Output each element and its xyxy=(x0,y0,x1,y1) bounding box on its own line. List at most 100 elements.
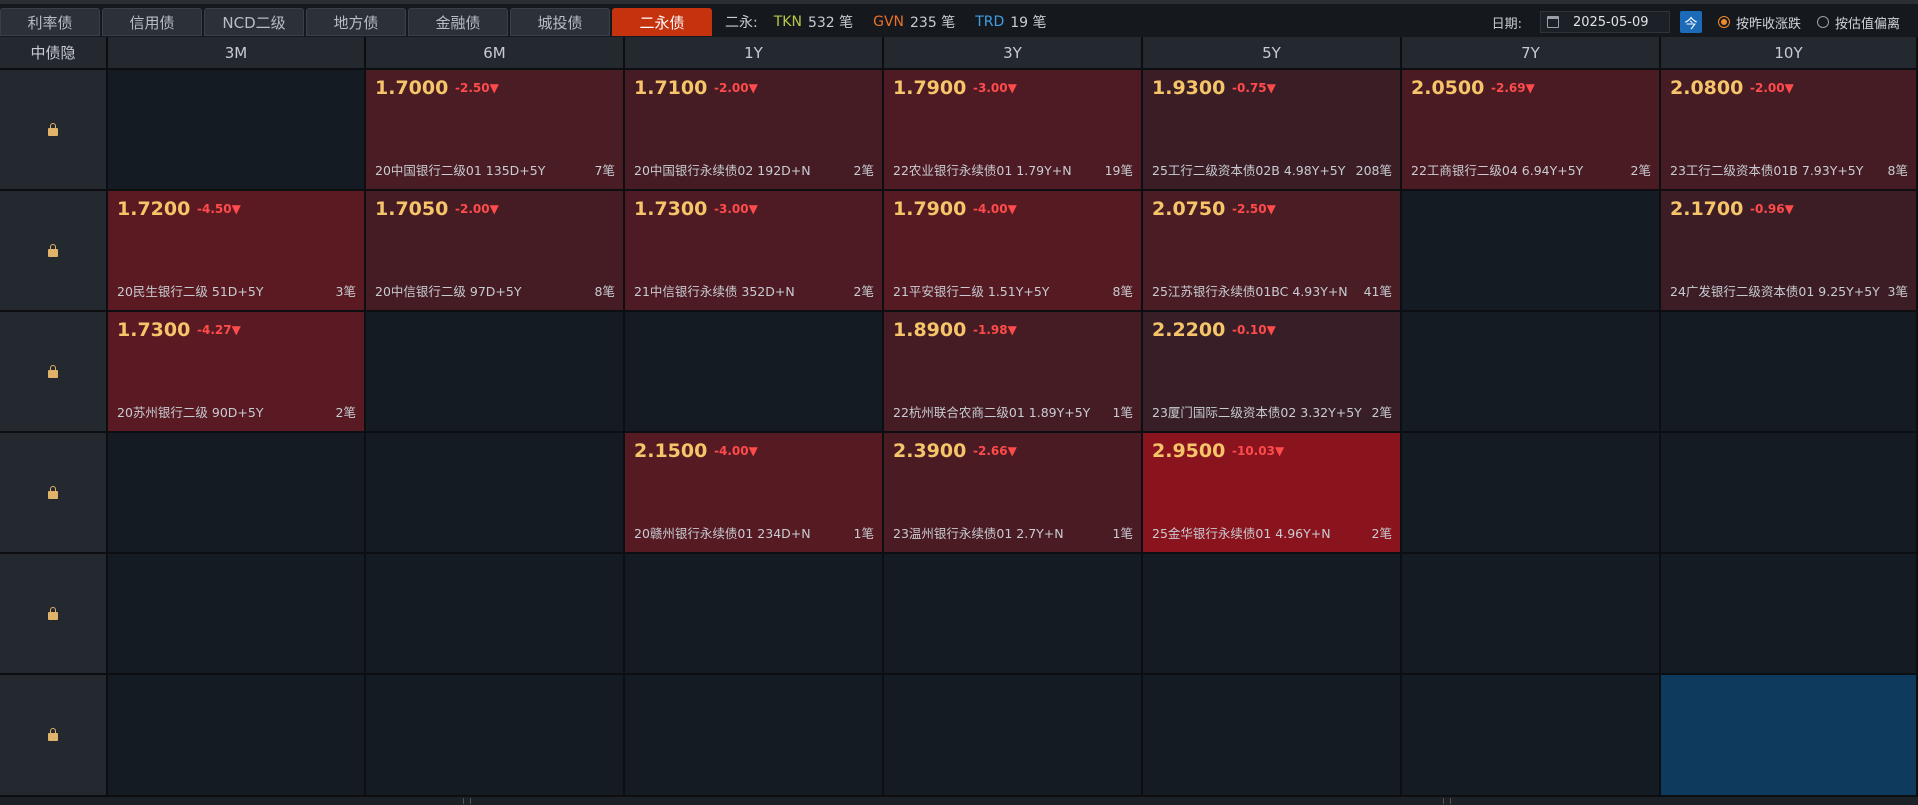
empty-cell[interactable] xyxy=(1402,554,1661,675)
quote-cell[interactable]: 1.7200 -4.50▼ 20民生银行二级 51D+5Y 3笔 xyxy=(108,191,366,312)
quote-yield: 2.3900 xyxy=(893,440,967,462)
trade-count: 3笔 xyxy=(1887,284,1908,299)
scroll-handle-left[interactable] xyxy=(463,798,471,804)
quote-cell[interactable]: 2.0500 -2.69▼ 22工商银行二级04 6.94Y+5Y 2笔 xyxy=(1402,70,1661,191)
row-lock-0[interactable] xyxy=(0,70,108,191)
empty-cell[interactable] xyxy=(625,675,884,797)
quote-cell[interactable]: 2.0750 -2.50▼ 25江苏银行永续债01BC 4.93Y+N 41笔 xyxy=(1143,191,1402,312)
tab-0[interactable]: 利率债 xyxy=(0,8,100,36)
empty-cell[interactable] xyxy=(1661,433,1918,554)
empty-cell[interactable] xyxy=(1402,312,1661,433)
column-header-7Y[interactable]: 7Y xyxy=(1402,37,1661,70)
row-lock-2[interactable] xyxy=(0,312,108,433)
empty-cell[interactable] xyxy=(1402,191,1661,312)
quote-change: -3.00▼ xyxy=(973,81,1017,95)
row-lock-5[interactable] xyxy=(0,675,108,797)
quote-cell[interactable]: 2.1700 -0.96▼ 24广发银行二级资本债01 9.25Y+5Y 3笔 xyxy=(1661,191,1918,312)
column-header-10Y[interactable]: 10Y xyxy=(1661,37,1918,70)
column-header-3M[interactable]: 3M xyxy=(108,37,366,70)
empty-cell[interactable] xyxy=(108,433,366,554)
trade-count: 8笔 xyxy=(1887,163,1908,178)
trd-value: 19 笔 xyxy=(1010,15,1047,31)
lock-icon[interactable] xyxy=(48,606,58,620)
selected-cell[interactable] xyxy=(1661,675,1918,797)
bond-name: 25江苏银行永续债01BC 4.93Y+N xyxy=(1152,284,1348,299)
trade-count: 2笔 xyxy=(1371,526,1392,541)
column-header-5Y[interactable]: 5Y xyxy=(1143,37,1402,70)
empty-cell[interactable] xyxy=(1661,312,1918,433)
scroll-handle-right[interactable] xyxy=(1443,798,1451,804)
empty-cell[interactable] xyxy=(625,312,884,433)
quote-change: -2.69▼ xyxy=(1491,81,1535,95)
empty-cell[interactable] xyxy=(884,554,1143,675)
empty-cell[interactable] xyxy=(1402,433,1661,554)
tab-1[interactable]: 信用债 xyxy=(102,8,202,36)
empty-cell[interactable] xyxy=(108,70,366,191)
lock-icon[interactable] xyxy=(48,728,58,741)
row-lock-3[interactable] xyxy=(0,433,108,554)
empty-cell[interactable] xyxy=(1661,554,1918,675)
empty-cell[interactable] xyxy=(1402,675,1661,797)
quote-cell[interactable]: 1.7050 -2.00▼ 20中信银行二级 97D+5Y 8笔 xyxy=(366,191,625,312)
radio-prev-close-dot[interactable] xyxy=(1717,16,1730,28)
bond-name: 20民生银行二级 51D+5Y xyxy=(117,284,264,299)
gvn-value: 235 笔 xyxy=(910,15,956,31)
bond-name: 23厦门国际二级资本债02 3.32Y+5Y xyxy=(1152,405,1362,420)
empty-cell[interactable] xyxy=(108,675,366,797)
quote-change: -2.00▼ xyxy=(455,202,499,216)
radio-valuation-dot[interactable] xyxy=(1816,16,1829,28)
row-lock-4[interactable] xyxy=(0,554,108,675)
lock-icon[interactable] xyxy=(48,122,58,136)
lock-icon[interactable] xyxy=(48,364,58,378)
quote-cell[interactable]: 1.7300 -3.00▼ 21中信银行永续债 352D+N 2笔 xyxy=(625,191,884,312)
empty-cell[interactable] xyxy=(108,554,366,675)
quote-yield: 2.2200 xyxy=(1152,319,1226,341)
quote-cell[interactable]: 2.0800 -2.00▼ 23工行二级资本债01B 7.93Y+5Y 8笔 xyxy=(1661,70,1918,191)
quote-yield: 2.1700 xyxy=(1670,198,1744,220)
quote-cell[interactable]: 1.7100 -2.00▼ 20中国银行永续债02 192D+N 2笔 xyxy=(625,70,884,191)
lock-icon[interactable] xyxy=(48,243,58,257)
quote-cell[interactable]: 1.7000 -2.50▼ 20中国银行二级01 135D+5Y 7笔 xyxy=(366,70,625,191)
tab-3[interactable]: 地方债 xyxy=(306,8,406,36)
tab-6[interactable]: 二永债 xyxy=(612,8,712,36)
quote-cell[interactable]: 1.8900 -1.98▼ 22杭州联合农商二级01 1.89Y+5Y 1笔 xyxy=(884,312,1143,433)
quote-cell[interactable]: 1.7300 -4.27▼ 20苏州银行二级 90D+5Y 2笔 xyxy=(108,312,366,433)
column-header-1Y[interactable]: 1Y xyxy=(625,37,884,70)
horizontal-scrollbar[interactable] xyxy=(0,797,1918,805)
calendar-icon[interactable] xyxy=(1546,16,1559,28)
quote-cell[interactable]: 2.9500 -10.03▼ 25金华银行永续债01 4.96Y+N 2笔 xyxy=(1143,433,1402,554)
radio-valuation-label: 按估值偏离 xyxy=(1834,16,1900,32)
tab-4[interactable]: 金融债 xyxy=(408,8,508,36)
quote-yield: 2.0750 xyxy=(1152,198,1226,220)
quote-info: 23工行二级资本债01B 7.93Y+5Y 8笔 xyxy=(1670,160,1908,179)
empty-cell[interactable] xyxy=(366,554,625,675)
row-lock-1[interactable] xyxy=(0,191,108,312)
tab-2[interactable]: NCD二级 xyxy=(204,8,304,36)
quote-cell[interactable]: 1.9300 -0.75▼ 25工行二级资本债02B 4.98Y+5Y 208笔 xyxy=(1143,70,1402,191)
tab-5[interactable]: 城投债 xyxy=(510,8,610,36)
quote-change: -4.00▼ xyxy=(714,444,758,458)
column-header-3Y[interactable]: 3Y xyxy=(884,37,1143,70)
gvn-key: GVN xyxy=(873,14,905,30)
quote-cell[interactable]: 2.1500 -4.00▼ 20赣州银行永续债01 234D+N 1笔 xyxy=(625,433,884,554)
quote-cell[interactable]: 1.7900 -3.00▼ 22农业银行永续债01 1.79Y+N 19笔 xyxy=(884,70,1143,191)
radio-valuation[interactable]: 按估值偏离 xyxy=(1816,13,1900,32)
lock-icon[interactable] xyxy=(48,485,58,499)
bond-name: 20中国银行二级01 135D+5Y xyxy=(375,163,546,178)
empty-cell[interactable] xyxy=(366,675,625,797)
quote-cell[interactable]: 1.7900 -4.00▼ 21平安银行二级 1.51Y+5Y 8笔 xyxy=(884,191,1143,312)
empty-cell[interactable] xyxy=(366,312,625,433)
today-button[interactable]: 今 xyxy=(1679,11,1702,33)
empty-cell[interactable] xyxy=(884,675,1143,797)
empty-cell[interactable] xyxy=(1143,554,1402,675)
empty-cell[interactable] xyxy=(1143,675,1402,797)
column-header-6M[interactable]: 6M xyxy=(366,37,625,70)
empty-cell[interactable] xyxy=(366,433,625,554)
trade-count: 2笔 xyxy=(1371,405,1392,420)
quote-cell[interactable]: 2.2200 -0.10▼ 23厦门国际二级资本债02 3.32Y+5Y 2笔 xyxy=(1143,312,1402,433)
quote-info: 25金华银行永续债01 4.96Y+N 2笔 xyxy=(1152,523,1392,542)
empty-cell[interactable] xyxy=(625,554,884,675)
quote-cell[interactable]: 2.3900 -2.66▼ 23温州银行永续债01 2.7Y+N 1笔 xyxy=(884,433,1143,554)
radio-prev-close[interactable]: 按昨收涨跌 xyxy=(1717,13,1801,32)
date-picker[interactable]: 2025-05-09 xyxy=(1539,11,1670,33)
